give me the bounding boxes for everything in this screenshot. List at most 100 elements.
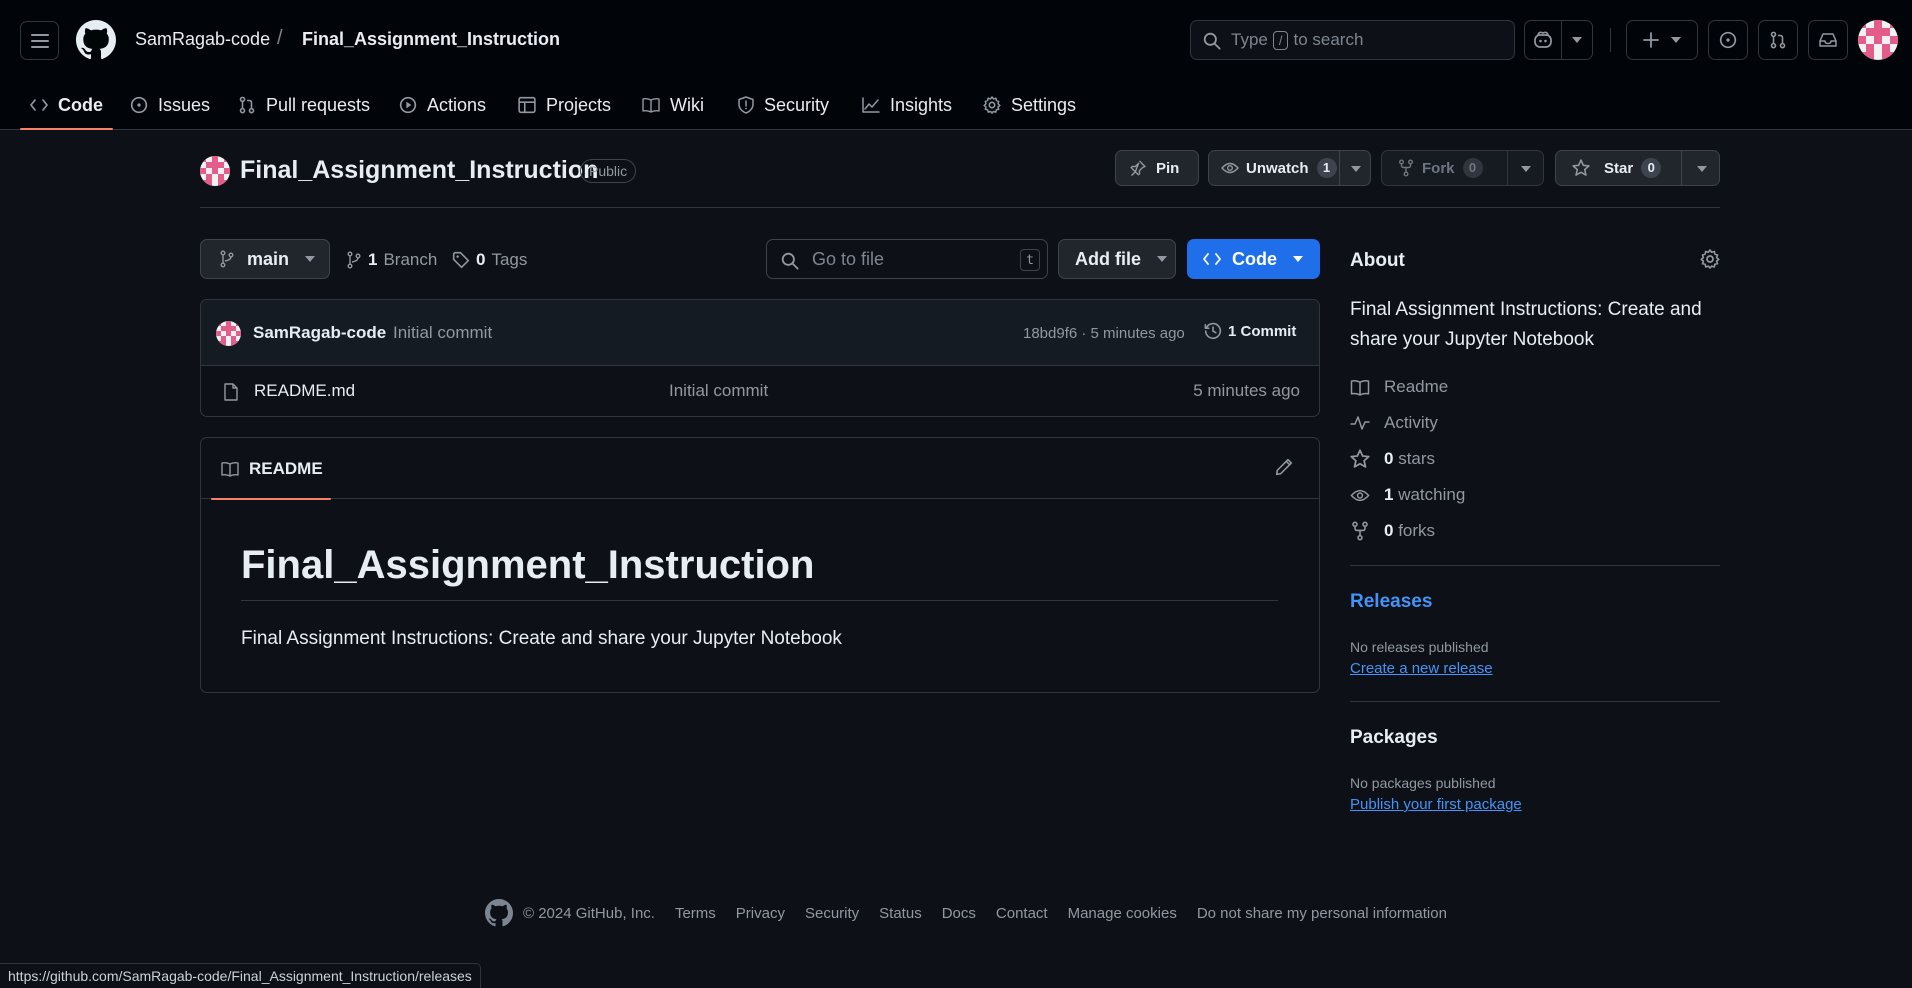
star-label: Star [1604,159,1634,177]
footer-link-terms[interactable]: Terms [675,905,716,922]
commits-history-link[interactable]: 1 Commit [1204,322,1296,340]
tab-security[interactable]: Security [728,80,839,130]
code-icon [30,99,48,111]
tab-wiki[interactable]: Wiki [632,80,714,130]
publish-package-link[interactable]: Publish your first package [1350,796,1522,813]
tab-code[interactable]: Code [20,80,113,130]
code-dropdown-button[interactable]: Code [1187,239,1320,279]
inbox-button[interactable] [1808,20,1848,60]
footer-link-contact[interactable]: Contact [996,905,1048,922]
about-stars-count: 0 [1384,449,1394,468]
copilot-dropdown-button[interactable] [1561,20,1593,60]
repo-title[interactable]: Final_Assignment_Instruction [240,156,598,185]
footer-link-security[interactable]: Security [805,905,859,922]
about-watching-link[interactable]: 1 watching [1350,485,1465,505]
latest-commit-row: SamRagab-code Initial commit 18bd9f6 · 5… [201,300,1319,366]
play-icon [399,96,417,114]
tab-readme[interactable]: README [211,438,331,500]
fork-button[interactable]: Fork 0 [1381,150,1544,186]
footer: © 2024 GitHub, Inc. Terms Privacy Securi… [485,898,1447,928]
footer-link-privacy[interactable]: Privacy [736,905,785,922]
file-commit-message[interactable]: Initial commit [669,381,768,401]
book-icon [642,97,660,113]
tab-pull-requests[interactable]: Pull requests [228,80,380,130]
edit-about-button[interactable] [1700,249,1720,269]
go-to-file-input[interactable]: Go to file t [766,239,1048,279]
tab-issues[interactable]: Issues [120,80,220,130]
tags-link[interactable]: 0 Tags [452,250,527,270]
footer-link-do-not-share[interactable]: Do not share my personal information [1197,905,1447,922]
star-button[interactable]: Star 0 [1555,150,1720,186]
unwatch-button[interactable]: Unwatch 1 [1208,150,1371,186]
about-stars-link[interactable]: 0 stars [1350,449,1435,469]
about-activity-link[interactable]: Activity [1350,413,1438,433]
branches-link[interactable]: 1 Branch [346,250,437,270]
footer-link-status[interactable]: Status [879,905,922,922]
about-watching-label: watching [1398,485,1466,504]
tag-count: 0 [476,250,486,269]
about-watching-count: 1 [1384,485,1394,504]
user-avatar[interactable] [1858,20,1898,60]
issues-shortcut-button[interactable] [1708,20,1748,60]
fork-label: Fork [1422,159,1455,177]
eye-icon [1221,162,1239,174]
footer-link-docs[interactable]: Docs [942,905,976,922]
tab-insights[interactable]: Insights [852,80,962,130]
graph-icon [862,97,880,113]
global-header: SamRagab-code / Final_Assignment_Instruc… [0,0,1912,130]
branch-select-button[interactable]: main [200,239,330,279]
commit-author-link[interactable]: SamRagab-code [253,323,386,343]
footer-link-manage-cookies[interactable]: Manage cookies [1068,905,1177,922]
create-release-link[interactable]: Create a new release [1350,660,1493,677]
gear-icon [983,96,1001,114]
breadcrumb-separator: / [277,27,283,49]
copilot-button[interactable] [1524,20,1562,60]
tab-actions[interactable]: Actions [389,80,496,130]
browser-status-url: https://github.com/SamRagab-code/Final_A… [0,963,481,988]
repo-owner-avatar[interactable] [200,156,230,186]
github-logo-icon [485,899,513,927]
pin-button[interactable]: Pin [1115,150,1199,186]
fork-icon [1352,521,1368,541]
file-icon [224,383,238,401]
packages-empty-text: No packages published [1350,775,1496,791]
pull-request-icon [239,96,255,114]
pin-label: Pin [1156,159,1180,177]
readme-heading: Final_Assignment_Instruction [241,543,1278,601]
pulse-icon [1350,416,1370,430]
table-row[interactable]: README.md Initial commit 5 minutes ago [201,366,1319,416]
about-readme-link[interactable]: Readme [1350,377,1448,397]
commit-message-link[interactable]: Initial commit [393,323,492,343]
unwatch-split [1339,151,1340,185]
fork-split [1507,151,1508,185]
watch-count: 1 [1316,158,1337,178]
releases-heading-link[interactable]: Releases [1350,591,1432,613]
branch-count-label: Branch [383,250,438,269]
about-forks-link[interactable]: 0 forks [1350,521,1435,541]
visibility-badge: Public [580,159,637,183]
file-name-link[interactable]: README.md [254,381,355,401]
go-to-file-placeholder: Go to file [812,248,885,269]
add-file-button[interactable]: Add file [1058,239,1176,279]
create-new-button[interactable] [1626,20,1698,60]
book-icon [221,461,239,477]
about-forks-count: 0 [1384,521,1394,540]
commit-hash-time[interactable]: 18bd9f6 · 5 minutes ago [1023,325,1185,342]
tab-projects[interactable]: Projects [508,80,621,130]
breadcrumb-owner-link[interactable]: SamRagab-code [135,29,270,50]
inbox-icon [1819,33,1837,47]
shield-icon [738,96,754,114]
go-to-file-shortcut-key: t [1020,249,1040,271]
global-search-input[interactable]: Type / to search [1190,20,1515,60]
commit-author-avatar[interactable] [216,321,241,346]
star-split [1681,151,1682,185]
git-branch-icon [220,250,234,268]
about-stars-label: stars [1398,449,1436,468]
github-logo-icon[interactable] [76,20,116,60]
breadcrumb-repo-link[interactable]: Final_Assignment_Instruction [302,29,560,50]
tab-settings[interactable]: Settings [973,80,1086,130]
menu-button[interactable] [20,21,59,60]
triangle-down-icon [1351,166,1361,172]
edit-readme-button[interactable] [1275,458,1293,476]
pull-requests-shortcut-button[interactable] [1758,20,1798,60]
